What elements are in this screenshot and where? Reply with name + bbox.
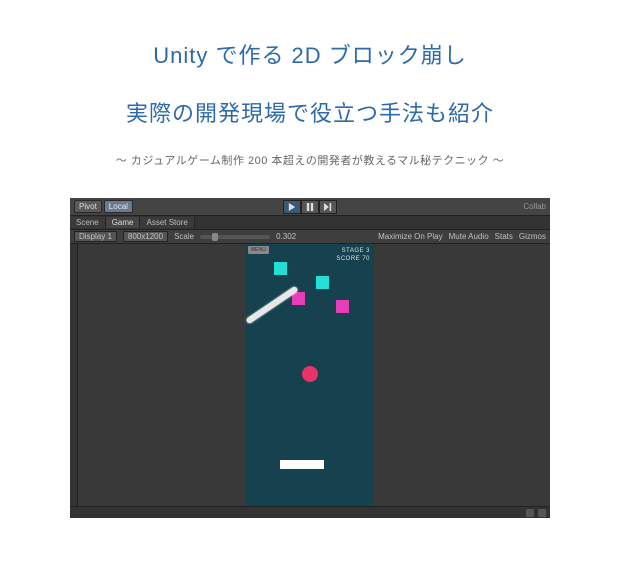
paddle xyxy=(280,460,324,469)
gizmos-toggle[interactable]: Gizmos xyxy=(519,232,546,241)
page-title-line-1: Unity で作る 2D ブロック崩し xyxy=(28,38,592,70)
hud-score: SCORE 70 xyxy=(336,255,370,263)
hud-stage: STAGE 3 xyxy=(336,247,370,255)
statusbar-icon[interactable] xyxy=(538,509,546,517)
tab-scene[interactable]: Scene xyxy=(70,217,106,228)
pause-button[interactable] xyxy=(301,200,319,214)
play-controls xyxy=(283,200,337,214)
hud: STAGE 3 SCORE 70 xyxy=(336,247,370,263)
mute-toggle[interactable]: Mute Audio xyxy=(449,232,489,241)
menu-button[interactable]: MENU xyxy=(248,246,269,254)
resolution-dropdown[interactable]: 800x1200 xyxy=(123,231,168,242)
page-title-line-2: 実際の開発現場で役立つ手法も紹介 xyxy=(28,96,592,128)
game-viewport: MENU STAGE 3 SCORE 70 xyxy=(70,244,550,506)
scale-value: 0.302 xyxy=(276,232,296,241)
tab-asset-store[interactable]: Asset Store xyxy=(140,217,194,228)
step-button[interactable] xyxy=(319,200,337,214)
scale-label: Scale xyxy=(174,232,194,241)
editor-tabs: Scene Game Asset Store xyxy=(70,216,550,230)
block-cyan xyxy=(316,276,329,289)
page-subtitle: 〜 カジュアルゲーム制作 200 本超えの開発者が教えるマル秘テクニック 〜 xyxy=(28,152,592,168)
editor-statusbar xyxy=(70,506,550,518)
scale-slider[interactable] xyxy=(200,235,270,239)
collab-button[interactable]: Collab xyxy=(523,202,546,211)
ball-trail xyxy=(245,286,298,325)
display-dropdown[interactable]: Display 1 xyxy=(74,231,117,242)
viewport-side-panel xyxy=(70,244,78,506)
game-area: MENU STAGE 3 SCORE 70 xyxy=(246,244,374,506)
unity-editor-screenshot: Pivot Local Collab Scene Game Ass xyxy=(70,198,550,518)
unity-topbar: Pivot Local Collab xyxy=(70,198,550,216)
stats-toggle[interactable]: Stats xyxy=(495,232,513,241)
pivot-toggle[interactable]: Pivot xyxy=(74,200,102,213)
maximize-toggle[interactable]: Maximize On Play xyxy=(378,232,442,241)
tab-game[interactable]: Game xyxy=(106,217,141,228)
local-toggle[interactable]: Local xyxy=(104,200,133,213)
statusbar-icon[interactable] xyxy=(526,509,534,517)
block-magenta xyxy=(336,300,349,313)
ball xyxy=(302,366,318,382)
block-magenta xyxy=(292,292,305,305)
block-cyan xyxy=(274,262,287,275)
play-button[interactable] xyxy=(283,200,301,214)
game-view-controls: Display 1 800x1200 Scale 0.302 Maximize … xyxy=(70,230,550,244)
